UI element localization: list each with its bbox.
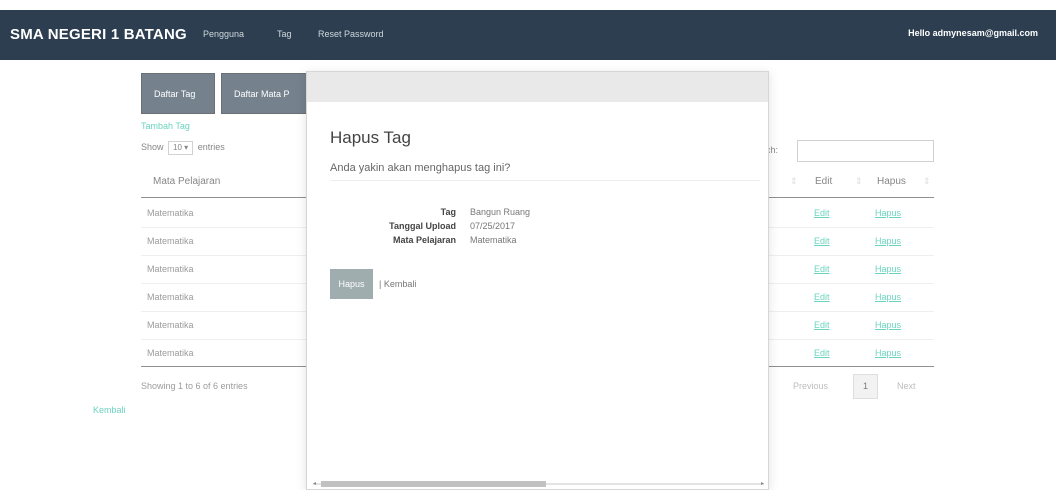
detail-value-mata-pelajaran: Matematika bbox=[470, 235, 517, 245]
user-greeting[interactable]: Hello admynesam@gmail.com bbox=[908, 28, 1038, 38]
horizontal-scrollbar[interactable]: ◂ ▸ bbox=[313, 480, 764, 487]
detail-label-tag: Tag bbox=[440, 207, 456, 217]
delete-tag-modal: Hapus Tag Anda yakin akan menghapus tag … bbox=[306, 71, 769, 490]
modal-actions: | Kembali bbox=[379, 279, 416, 289]
detail-value-tanggal-upload: 07/25/2017 bbox=[470, 221, 516, 231]
nav-link-pengguna[interactable]: Pengguna bbox=[203, 29, 244, 39]
nav-link-tag[interactable]: Tag bbox=[277, 29, 292, 39]
confirm-delete-button[interactable]: Hapus bbox=[330, 269, 373, 299]
modal-title: Hapus Tag bbox=[330, 128, 411, 147]
brand-logo[interactable]: SMA NEGERI 1 BATANG bbox=[10, 26, 187, 43]
scroll-left-icon[interactable]: ◂ bbox=[313, 480, 316, 487]
detail-value-tag: Bangun Ruang bbox=[470, 207, 531, 217]
modal-question: Anda yakin akan menghapus tag ini? bbox=[330, 162, 511, 174]
scroll-right-icon[interactable]: ▸ bbox=[761, 480, 764, 487]
modal-back-link[interactable]: Kembali bbox=[384, 279, 417, 289]
top-navbar: SMA NEGERI 1 BATANG Pengguna Tag Reset P… bbox=[0, 10, 1056, 60]
detail-label-mata-pelajaran: Mata Pelajaran bbox=[392, 235, 456, 245]
nav-link-reset-password[interactable]: Reset Password bbox=[318, 29, 384, 39]
detail-label-tanggal-upload: Tanggal Upload bbox=[389, 221, 456, 231]
modal-divider bbox=[330, 180, 760, 181]
action-separator: | bbox=[379, 279, 382, 289]
modal-header-bar bbox=[307, 72, 768, 102]
scrollbar-thumb[interactable] bbox=[321, 481, 546, 487]
